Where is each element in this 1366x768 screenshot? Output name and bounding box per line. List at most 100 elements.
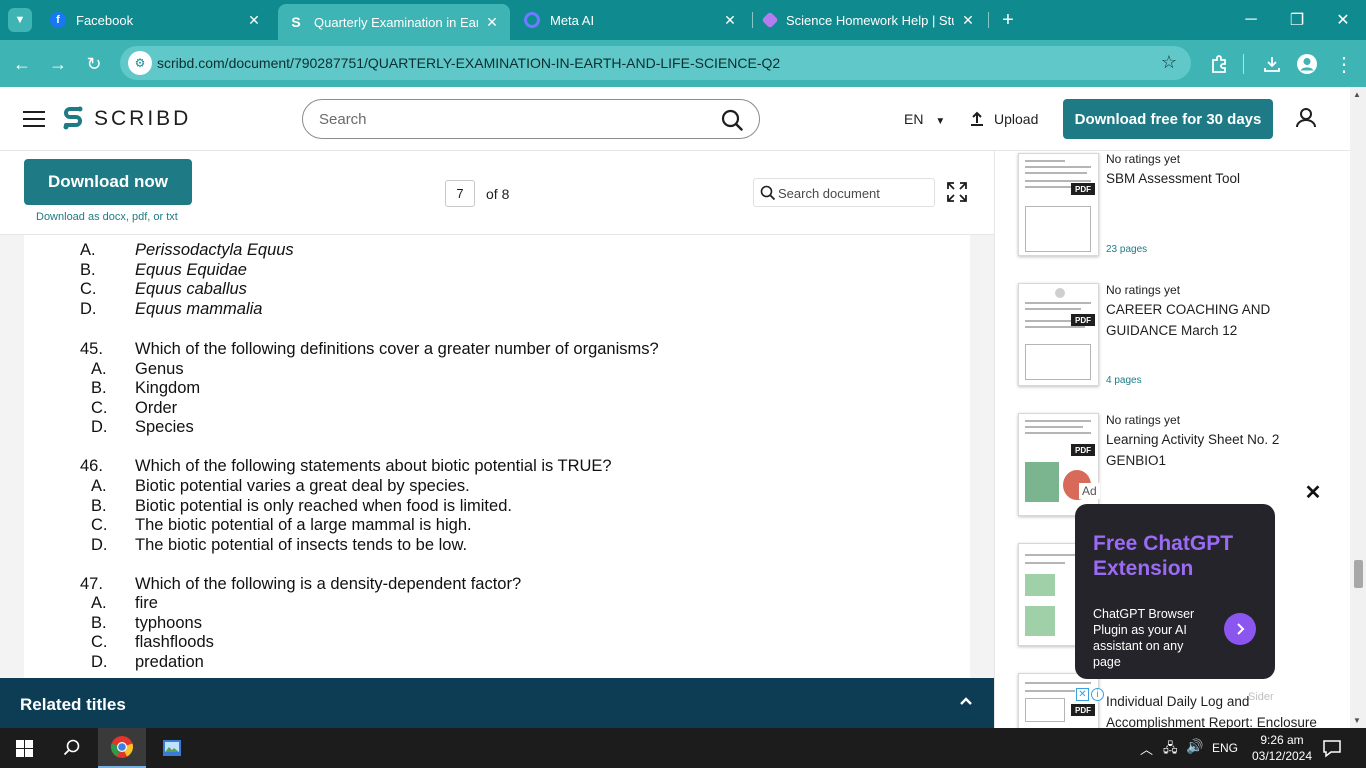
question-number: 47. <box>80 575 103 593</box>
related-titles-bar[interactable]: Related titles <box>0 678 994 728</box>
extensions-puzzle-icon[interactable] <box>1206 51 1232 77</box>
option-letter: C. <box>91 516 108 534</box>
site-search-input[interactable]: Search <box>302 99 760 139</box>
search-icon[interactable] <box>48 728 96 768</box>
new-tab-plus-icon[interactable]: + <box>996 8 1020 32</box>
scroll-up-arrow-icon[interactable]: ▲ <box>1353 90 1361 99</box>
tab-facebook[interactable]: f Facebook ✕ <box>40 4 272 36</box>
browser-tab-bar: ▼ f Facebook ✕ S Quarterly Examination i… <box>0 0 1366 40</box>
chevron-up-icon[interactable] <box>958 693 974 709</box>
pdf-badge: PDF <box>1071 704 1095 716</box>
rating-label: No ratings yet <box>1106 413 1181 427</box>
document-title-link[interactable]: Learning Activity Sheet No. 2 GENBIO1 <box>1106 429 1336 471</box>
minimize-icon[interactable]: ─ <box>1228 0 1274 40</box>
document-title-link[interactable]: Individual Daily Log and Accomplishment … <box>1106 691 1336 728</box>
search-icon[interactable] <box>721 109 743 131</box>
site-info-icon[interactable]: ⚙ <box>128 51 152 75</box>
option-letter: B. <box>91 379 107 397</box>
ad-headline: Free ChatGPT Extension <box>1093 532 1234 580</box>
option-text: Perissodactyla Equus <box>135 241 294 259</box>
windows-start-icon[interactable] <box>0 728 48 768</box>
option-letter: C. <box>91 633 108 651</box>
document-thumbnail[interactable]: PDF <box>1018 153 1099 256</box>
tab-title: Meta AI <box>550 12 595 28</box>
close-icon[interactable]: ✕ <box>722 12 738 29</box>
pdf-badge: PDF <box>1071 183 1095 195</box>
close-icon[interactable]: ✕ <box>246 12 262 29</box>
search-icon <box>760 185 776 201</box>
close-icon[interactable]: ✕ <box>960 12 976 29</box>
search-document-input[interactable]: Search document <box>753 178 935 207</box>
document-viewer[interactable]: A. Perissodactyla Equus B. Equus Equidae C. E… <box>0 235 994 678</box>
back-arrow-icon[interactable]: ← <box>9 51 35 77</box>
tab-scribd[interactable]: S Quarterly Examination in Earth and Lif… <box>278 4 510 40</box>
ad-dismiss-icon[interactable]: ✕ <box>1076 688 1089 701</box>
language-selector[interactable]: EN ▼ <box>904 111 945 127</box>
ad-info-icon[interactable]: i <box>1091 688 1104 701</box>
option-letter: D. <box>80 300 97 318</box>
option-letter: A. <box>80 241 96 259</box>
profile-avatar-icon[interactable] <box>1294 51 1320 77</box>
input-language-indicator[interactable]: ENG <box>1212 741 1238 755</box>
ad-choices[interactable]: ✕ i <box>1076 688 1106 701</box>
photos-taskbar-icon[interactable] <box>148 728 196 768</box>
document-title-link[interactable]: CAREER COACHING AND GUIDANCE March 12 <box>1106 299 1336 341</box>
site-header: SCRIBD Search EN ▼ Upload Download free … <box>0 87 1350 151</box>
address-bar[interactable]: ⚙ scribd.com/document/790287751/QUARTERL… <box>120 46 1191 80</box>
page-scrollbar[interactable]: ▲ ▼ <box>1350 87 1366 728</box>
hamburger-menu-icon[interactable] <box>23 111 45 127</box>
window-close-icon[interactable]: ✕ <box>1320 0 1366 40</box>
restore-icon[interactable]: ❐ <box>1274 0 1320 40</box>
forward-arrow-icon[interactable]: → <box>45 51 71 77</box>
ad-body-text: ChatGPT Browser Plugin as your AI assist… <box>1093 607 1195 669</box>
system-clock[interactable]: 9:26 am 03/12/2024 <box>1250 732 1314 764</box>
option-text: typhoons <box>135 614 202 632</box>
scrollbar-thumb[interactable] <box>1354 560 1363 588</box>
bookmark-star-icon[interactable]: ☆ <box>1161 52 1177 73</box>
fullscreen-icon[interactable] <box>946 181 968 203</box>
upload-label: Upload <box>994 111 1039 127</box>
download-now-button[interactable]: Download now <box>24 159 192 205</box>
browser-menu-kebab-icon[interactable]: ⋮ <box>1331 51 1357 77</box>
option-text: The biotic potential of a large mammal i… <box>135 516 472 534</box>
ad-close-icon[interactable]: ✕ <box>1303 482 1323 504</box>
page-count: 4 pages <box>1106 375 1142 386</box>
option-letter: B. <box>91 614 107 632</box>
notifications-icon[interactable] <box>1322 738 1342 763</box>
option-letter: D. <box>91 536 108 554</box>
scribd-logo[interactable]: SCRIBD <box>62 105 191 133</box>
reload-icon[interactable]: ↻ <box>81 51 107 77</box>
url-text[interactable]: scribd.com/document/790287751/QUARTERLY-… <box>157 55 780 71</box>
document-thumbnail[interactable]: PDF <box>1018 413 1099 516</box>
downloads-icon[interactable] <box>1259 51 1285 77</box>
rating-label: No ratings yet <box>1106 152 1181 166</box>
tab-title: Quarterly Examination in Earth and Life … <box>314 14 478 30</box>
tab-search-button[interactable]: ▼ <box>8 8 32 32</box>
scroll-down-arrow-icon[interactable]: ▼ <box>1353 716 1361 725</box>
document-toolbar: Download now Download as docx, pdf, or t… <box>0 151 994 235</box>
show-hidden-icons-chevron-icon[interactable]: ︿ <box>1140 739 1153 758</box>
account-user-icon[interactable] <box>1286 99 1326 139</box>
network-icon[interactable]: 🖧 <box>1163 739 1178 761</box>
volume-icon[interactable]: 🔊 <box>1186 738 1203 755</box>
document-title-link[interactable]: SBM Assessment Tool <box>1106 168 1336 189</box>
page-count: 23 pages <box>1106 244 1148 255</box>
chevron-down-icon: ▼ <box>935 116 946 127</box>
option-text: Equus mammalia <box>135 300 263 318</box>
option-text: Equus caballus <box>135 280 247 298</box>
option-text: predation <box>135 653 204 671</box>
chrome-taskbar-icon[interactable] <box>98 728 146 768</box>
upload-button[interactable]: Upload <box>968 110 1038 128</box>
tab-title: Science Homework Help | Study.com <box>786 12 954 28</box>
study-icon <box>761 11 779 29</box>
tab-meta-ai[interactable]: Meta AI ✕ <box>514 4 748 36</box>
close-icon[interactable]: ✕ <box>484 14 500 31</box>
chatgpt-extension-ad[interactable]: Free ChatGPT Extension ChatGPT Browser P… <box>1075 504 1275 679</box>
option-text: Equus Equidae <box>135 261 247 279</box>
document-thumbnail[interactable]: PDF <box>1018 283 1099 386</box>
chevron-right-icon[interactable] <box>1224 613 1256 645</box>
tab-study[interactable]: Science Homework Help | Study.com ✕ <box>754 4 986 36</box>
download-trial-button[interactable]: Download free for 30 days <box>1063 99 1273 139</box>
page-number-input[interactable]: 7 <box>445 180 475 207</box>
option-text: Order <box>135 399 178 417</box>
